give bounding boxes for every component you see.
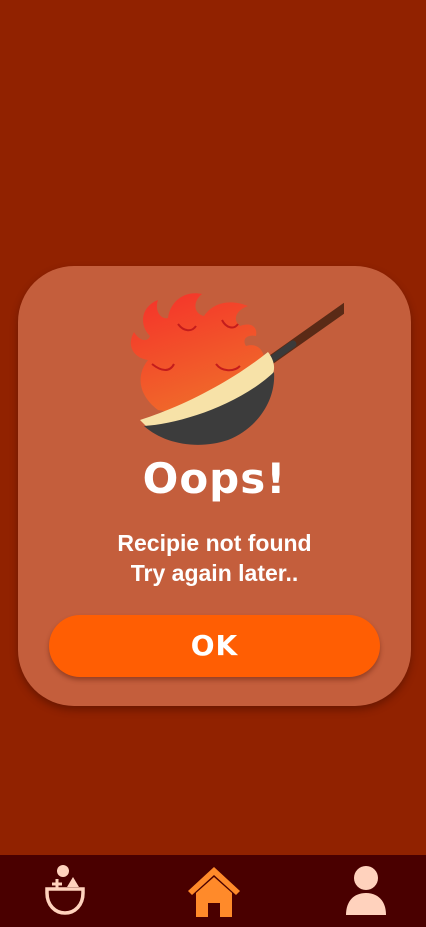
profile-icon — [346, 866, 386, 915]
message-line-2: Try again later.. — [130, 560, 299, 586]
app-screen: { "screen": { "background_color": "#9122… — [0, 0, 426, 927]
flaming-wok-icon — [118, 280, 355, 448]
message-line-1: Recipie not found — [117, 530, 312, 556]
nav-home-button[interactable] — [186, 863, 242, 919]
ok-button[interactable]: OK — [49, 615, 380, 677]
nav-ingredients-button[interactable] — [37, 863, 93, 919]
dialog-message: Recipie not found Try again later.. — [18, 528, 411, 588]
nav-profile-button[interactable] — [338, 863, 394, 919]
dialog-title: Oops! — [142, 454, 287, 503]
bottom-navigation — [0, 855, 426, 927]
ingredients-bowl-icon — [45, 865, 85, 915]
error-dialog: Oops! Recipie not found Try again later.… — [18, 266, 411, 706]
home-icon — [188, 867, 240, 917]
